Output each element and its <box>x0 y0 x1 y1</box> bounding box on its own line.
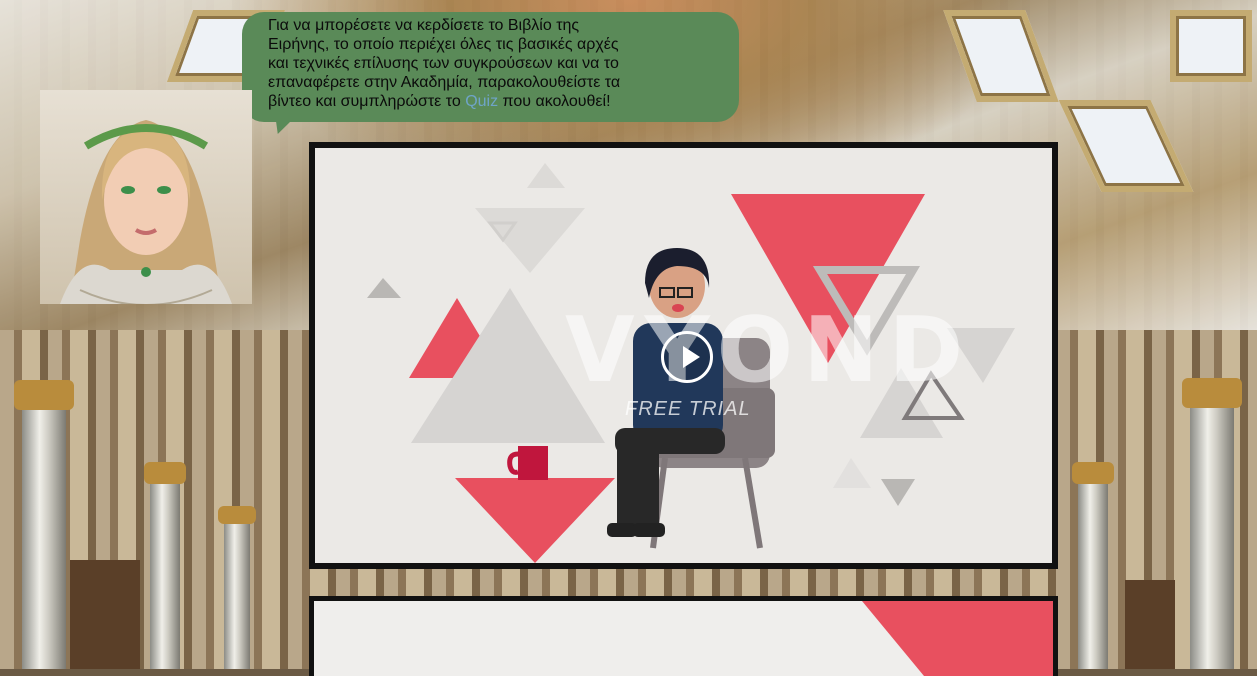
mug <box>518 446 548 480</box>
column <box>224 520 250 669</box>
scene-triangle <box>862 601 1053 676</box>
column <box>22 400 66 669</box>
video-frame: VYOND FREE TRIAL <box>315 148 1052 563</box>
video2-scene <box>862 601 1053 676</box>
bookshelf <box>1125 580 1175 669</box>
speech-text: που ακολουθεί! <box>498 93 611 110</box>
speech-line: επαναφέρετε στην Ακαδημία, παρακολουθείσ… <box>268 74 621 91</box>
scene-triangle <box>527 163 565 188</box>
goddess-avatar <box>40 90 252 304</box>
skylight-right-3 <box>1170 10 1252 82</box>
speech-line: και τεχνικές επίλυσης των συγκρούσεων κα… <box>268 55 619 72</box>
scene-triangle <box>475 208 585 273</box>
video-player-2[interactable] <box>309 596 1058 676</box>
speech-line: Ειρήνης, το οποίο περιέχει όλες τις βασι… <box>268 36 619 53</box>
column-capital <box>14 380 74 410</box>
column <box>1190 400 1234 669</box>
video-frame-2 <box>314 601 1053 676</box>
column-capital <box>1072 462 1114 484</box>
scene-triangle <box>881 479 915 506</box>
watermark-text: VYOND <box>565 298 974 403</box>
column <box>150 480 180 669</box>
play-button[interactable] <box>661 331 713 383</box>
column-capital <box>218 506 256 524</box>
speech-text: βίντεο και συμπληρώστε το <box>268 93 466 110</box>
scene-triangle <box>367 278 401 298</box>
speech-bubble: Για να μπορέσετε να κερδίσετε το Βιβλίο … <box>242 12 739 122</box>
watermark-subtext: FREE TRIAL <box>625 398 751 420</box>
scene-triangle <box>455 478 615 563</box>
video-player[interactable]: VYOND FREE TRIAL <box>309 142 1058 569</box>
play-icon <box>683 346 700 368</box>
scene-triangle <box>833 458 871 488</box>
speech-line: βίντεο και συμπληρώστε το Quiz που ακολο… <box>268 92 721 111</box>
speech-line: Για να μπορέσετε να κερδίσετε το Βιβλίο … <box>268 17 580 34</box>
quiz-word: Quiz <box>465 93 499 110</box>
bookshelf <box>70 560 140 669</box>
column <box>1078 480 1108 669</box>
goddess-portrait <box>60 120 232 304</box>
column-capital <box>1182 378 1242 408</box>
column-capital <box>144 462 186 484</box>
